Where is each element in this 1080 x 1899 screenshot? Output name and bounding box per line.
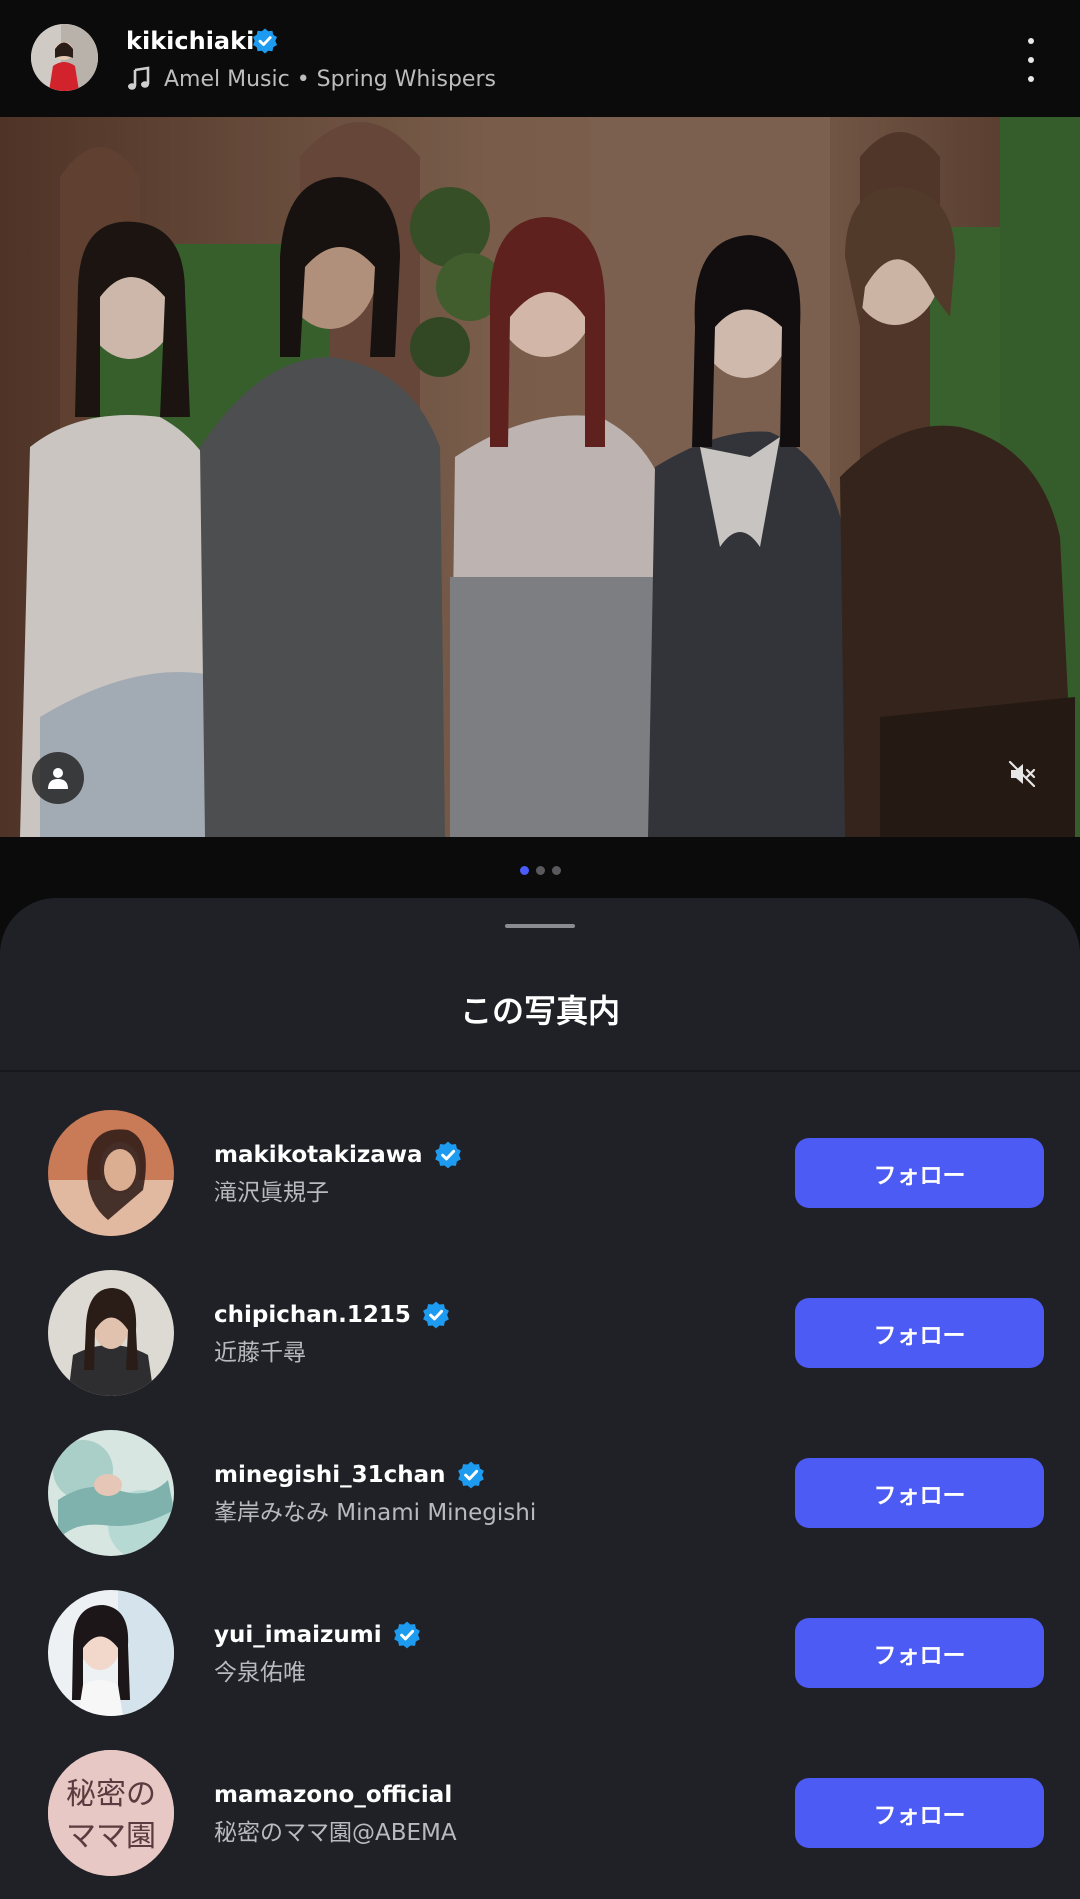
screen: kikichiaki Amel Music • Spring Whispers <box>0 0 1080 1899</box>
user-display-name: 今泉佑唯 <box>214 1660 306 1686</box>
follow-button[interactable]: フォロー <box>795 1458 1044 1528</box>
post-photo[interactable] <box>0 117 1080 837</box>
more-options-button[interactable] <box>1016 38 1046 82</box>
user-handle[interactable]: yui_imaizumi <box>214 1622 382 1648</box>
avatar-logo-text: 秘密の <box>66 1777 156 1812</box>
tagged-people-button[interactable] <box>32 752 84 804</box>
verified-badge-icon <box>393 1621 420 1649</box>
avatar[interactable] <box>48 1590 174 1716</box>
list-item[interactable]: 秘密の ママ園 mamazono_official 秘密のママ園@ABEMA フ… <box>0 1750 1080 1880</box>
user-display-name: 峯岸みなみ Minami Minegishi <box>214 1500 537 1526</box>
more-vertical-icon <box>1028 38 1034 44</box>
list-item[interactable]: chipichan.1215 近藤千尋 フォロー <box>0 1270 1080 1400</box>
author-username[interactable]: kikichiaki <box>126 24 254 58</box>
speaker-muted-icon <box>1008 760 1036 788</box>
follow-button[interactable]: フォロー <box>795 1618 1044 1688</box>
verified-badge-icon <box>253 28 277 54</box>
user-display-name: 近藤千尋 <box>214 1340 306 1366</box>
divider <box>0 1070 1080 1072</box>
user-handle[interactable]: minegishi_31chan <box>214 1462 446 1488</box>
list-item[interactable]: minegishi_31chan 峯岸みなみ Minami Minegishi … <box>0 1430 1080 1560</box>
verified-badge-icon <box>434 1141 461 1169</box>
follow-button[interactable]: フォロー <box>795 1778 1044 1848</box>
list-item[interactable]: yui_imaizumi 今泉佑唯 フォロー <box>0 1590 1080 1720</box>
verified-badge-icon <box>457 1461 484 1489</box>
sheet-drag-handle[interactable] <box>505 924 575 928</box>
carousel-dot <box>535 866 545 875</box>
follow-button[interactable]: フォロー <box>795 1138 1044 1208</box>
person-icon <box>48 768 68 789</box>
user-handle[interactable]: chipichan.1215 <box>214 1302 411 1328</box>
carousel-dot <box>551 866 561 875</box>
post-header: kikichiaki Amel Music • Spring Whispers <box>0 0 1080 117</box>
svg-text:ママ園: ママ園 <box>66 1819 156 1854</box>
avatar[interactable] <box>48 1430 174 1556</box>
list-item[interactable]: makikotakizawa 滝沢眞規子 フォロー <box>0 1110 1080 1240</box>
music-note-icon <box>128 66 150 90</box>
user-display-name: 秘密のママ園@ABEMA <box>214 1820 457 1846</box>
user-handle[interactable]: mamazono_official <box>214 1782 452 1808</box>
user-display-name: 滝沢眞規子 <box>214 1180 329 1206</box>
music-info[interactable]: Amel Music • Spring Whispers <box>126 62 496 96</box>
verified-badge-icon <box>423 1301 449 1329</box>
avatar[interactable] <box>48 1110 174 1236</box>
music-label: Amel Music • Spring Whispers <box>164 66 496 92</box>
user-handle[interactable]: makikotakizawa <box>214 1142 423 1168</box>
tagged-users-sheet: この写真内 makikotakizawa 滝沢眞規子 フォロー chipicha… <box>0 898 1080 1899</box>
avatar[interactable] <box>48 1270 174 1396</box>
carousel-indicator <box>0 866 1080 875</box>
carousel-dot <box>519 866 529 875</box>
follow-button[interactable]: フォロー <box>795 1298 1044 1368</box>
sheet-title: この写真内 <box>459 992 620 1030</box>
avatar[interactable]: 秘密の ママ園 <box>48 1750 174 1876</box>
author-avatar[interactable] <box>31 24 98 91</box>
mute-toggle-button[interactable] <box>1000 752 1044 796</box>
